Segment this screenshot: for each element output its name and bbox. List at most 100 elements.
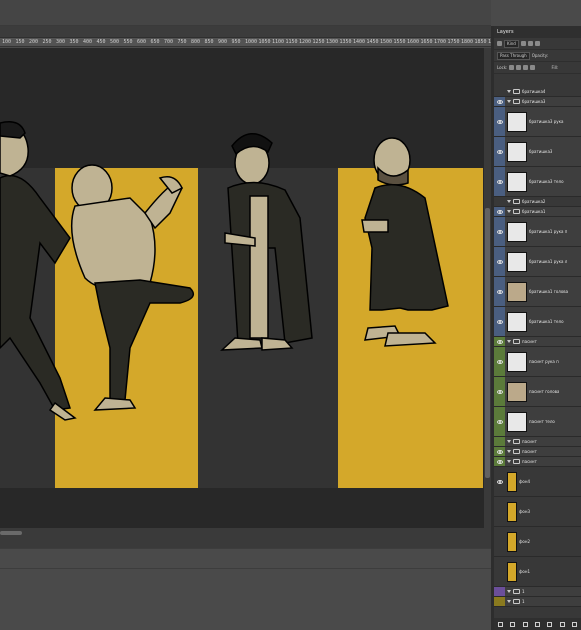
layer-row[interactable]: пасинт [494,437,581,447]
document-tab-bar[interactable] [0,26,491,38]
layer-thumbnail [507,251,527,272]
expand-arrow-icon[interactable] [507,90,511,93]
layer-row[interactable]: братишка3 тело [494,167,581,197]
visibility-toggle[interactable] [494,447,505,456]
visibility-toggle[interactable] [494,337,505,346]
horizontal-scroll-thumb[interactable] [0,531,22,535]
vertical-scroll-thumb[interactable] [485,208,490,478]
expand-arrow-icon[interactable] [507,460,511,463]
visibility-toggle[interactable] [494,457,505,466]
visibility-toggle[interactable] [494,107,505,136]
ruler-tick-label: 1650 [420,39,433,45]
document-canvas[interactable] [0,48,484,528]
expand-arrow-icon[interactable] [507,450,511,453]
lock-artboard-icon[interactable] [523,65,529,70]
blend-mode-select[interactable]: Pass Through [497,51,530,60]
visibility-toggle[interactable] [494,87,505,96]
expand-arrow-icon[interactable] [507,340,511,343]
layer-row[interactable]: пасинт [494,457,581,467]
layer-style-icon[interactable] [510,621,516,627]
expand-arrow-icon[interactable] [507,100,511,103]
visibility-toggle[interactable] [494,557,505,586]
layer-row[interactable]: фон3 [494,497,581,527]
type-filter-icon[interactable] [534,41,540,46]
layer-row[interactable]: братишка1 рука п [494,217,581,247]
layer-row[interactable]: фон4 [494,467,581,497]
visibility-toggle[interactable] [494,597,505,606]
layer-row[interactable]: 1 [494,587,581,597]
lock-position-icon[interactable] [516,65,522,70]
visibility-toggle[interactable] [494,527,505,556]
ruler-tick-label: 500 [110,39,120,45]
layer-body: братишка1 тело [505,307,581,336]
divider [0,548,491,549]
layer-thumbnail [507,111,527,132]
lock-all-icon[interactable] [530,65,536,70]
layer-row[interactable]: братишка2 [494,197,581,207]
layer-row[interactable]: 1 [494,597,581,607]
visibility-toggle[interactable] [494,137,505,166]
layers-tab[interactable]: Layers [494,26,581,38]
visibility-toggle[interactable] [494,197,505,206]
expand-arrow-icon[interactable] [507,440,511,443]
layer-row[interactable]: пасинт рука п [494,347,581,377]
layer-row[interactable]: пасинт [494,447,581,457]
visibility-toggle[interactable] [494,247,505,276]
layer-body: братишка3 [505,97,581,106]
layer-row[interactable]: братишка3 рука [494,107,581,137]
layer-name: пасинт [522,339,537,344]
layer-body: фон1 [505,557,581,586]
image-filter-icon[interactable] [520,41,526,46]
new-group-icon[interactable] [547,621,553,627]
horizontal-scrollbar[interactable] [0,528,491,548]
visibility-toggle[interactable] [494,347,505,376]
layer-row[interactable]: братишка4 [494,87,581,97]
layer-row[interactable]: фон2 [494,527,581,557]
ruler-tick-label: 1300 [326,39,339,45]
visibility-toggle[interactable] [494,217,505,246]
layer-row[interactable]: пасинт голова [494,377,581,407]
vertical-scrollbar[interactable] [484,48,491,528]
ruler-tick-label: 400 [83,39,93,45]
expand-arrow-icon[interactable] [507,200,511,203]
ruler-tick-label: 1550 [393,39,406,45]
visibility-toggle[interactable] [494,497,505,526]
visibility-toggle[interactable] [494,467,505,496]
visibility-toggle[interactable] [494,307,505,336]
layer-row[interactable]: пасинт тело [494,407,581,437]
visibility-toggle[interactable] [494,407,505,436]
layer-row[interactable]: братишка1 [494,207,581,217]
visibility-toggle[interactable] [494,377,505,406]
layer-name: братишка2 [522,199,546,204]
layer-row[interactable]: братишка3 [494,97,581,107]
layer-name: братишка1 рука п [529,229,568,234]
layer-row[interactable]: братишка1 голова [494,277,581,307]
visibility-toggle[interactable] [494,587,505,596]
visibility-toggle[interactable] [494,97,505,106]
adjustment-layer-icon[interactable] [534,621,540,627]
layer-row[interactable]: братишка1 рука л [494,247,581,277]
layer-row[interactable]: пасинт [494,337,581,347]
layer-row[interactable]: фон1 [494,557,581,587]
expand-arrow-icon[interactable] [507,600,511,603]
filter-kind-select[interactable]: Kind [504,39,519,48]
adjustment-filter-icon[interactable] [527,41,533,46]
layer-name: братишка1 рука л [529,259,568,264]
link-layers-icon[interactable] [497,621,503,627]
add-mask-icon[interactable] [522,621,528,627]
ruler-tick-label: 1000 [245,39,258,45]
visibility-toggle[interactable] [494,167,505,196]
new-layer-icon[interactable] [559,621,565,627]
expand-arrow-icon[interactable] [507,590,511,593]
ruler-tick-label: 1400 [353,39,366,45]
visibility-toggle[interactable] [494,207,505,216]
lock-pixels-icon[interactable] [509,65,515,70]
layer-row[interactable]: братишка1 тело [494,307,581,337]
trash-icon[interactable] [572,621,578,627]
ruler-tick-label: 550 [123,39,133,45]
expand-arrow-icon[interactable] [507,210,511,213]
layer-row[interactable]: братишка3 [494,137,581,167]
visibility-toggle[interactable] [494,277,505,306]
visibility-toggle[interactable] [494,437,505,446]
ruler-tick-label: 850 [204,39,214,45]
